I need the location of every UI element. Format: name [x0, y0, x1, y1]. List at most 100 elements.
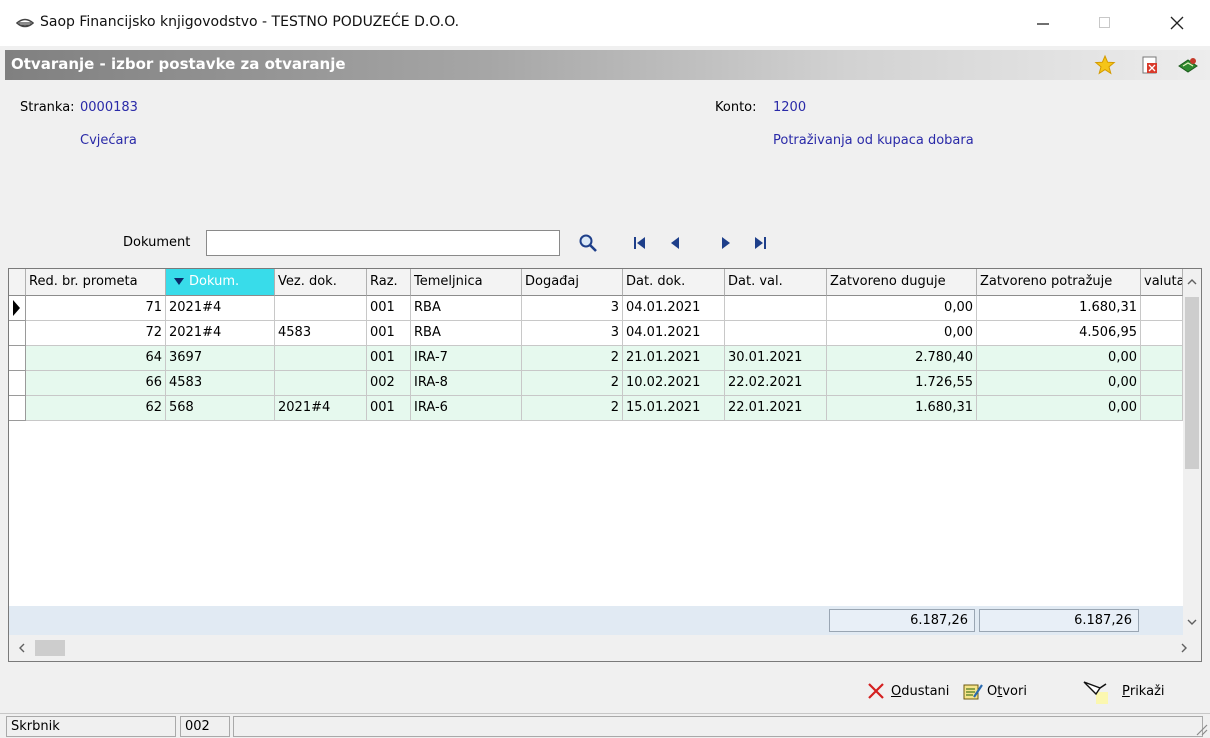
prikazi-label: rikaži: [1129, 683, 1165, 699]
cell-vez-dok: [275, 346, 367, 371]
header-dat-dok[interactable]: Dat. dok.: [623, 269, 725, 296]
close-icon: [1170, 16, 1184, 30]
cell-dat-dok: 10.02.2021: [623, 371, 725, 396]
maximize-icon: [1099, 17, 1110, 28]
open-document-icon: [963, 684, 983, 700]
header-zatvoreno-potrazuje[interactable]: Zatvoreno potražuje: [977, 269, 1141, 296]
header-dokum[interactable]: Dokum.: [166, 269, 275, 296]
table-row[interactable]: 62 568 2021#4 001 IRA-6 2 15.01.2021 22.…: [9, 396, 1183, 421]
odustani-label: dustani: [901, 683, 950, 699]
header-dat-val[interactable]: Dat. val.: [725, 269, 827, 296]
odustani-button[interactable]: Odustani: [866, 678, 949, 704]
cancel-x-icon: [868, 683, 884, 699]
odustani-mnemonic: O: [891, 683, 902, 699]
next-record-icon: [722, 237, 730, 249]
cell-valuta: [1141, 321, 1183, 346]
minimize-button[interactable]: [1020, 0, 1066, 46]
cell-zatvoreno-duguje: 1.680,31: [827, 396, 977, 421]
resize-grip-icon[interactable]: [1194, 722, 1208, 736]
header-temeljnica[interactable]: Temeljnica: [411, 269, 522, 296]
cell-zatvoreno-potrazuje: 0,00: [977, 396, 1141, 421]
cell-zatvoreno-potrazuje: 1.680,31: [977, 296, 1141, 321]
dokument-search-input[interactable]: [206, 230, 560, 256]
last-record-icon: [755, 237, 766, 249]
current-row-arrow-icon: [13, 300, 20, 316]
vertical-scroll-thumb[interactable]: [1185, 297, 1199, 469]
cell-dat-val: [725, 296, 827, 321]
scroll-left-icon[interactable]: [13, 635, 31, 661]
totals-row: 6.187,26 6.187,26: [9, 606, 1183, 635]
header-dogadaj[interactable]: Događaj: [522, 269, 623, 296]
cell-dokum: 2021#4: [166, 321, 275, 346]
cell-raz: 001: [367, 346, 411, 371]
cell-valuta: [1141, 296, 1183, 321]
cell-zatvoreno-duguje: 0,00: [827, 296, 977, 321]
cell-dokum: 3697: [166, 346, 275, 371]
vertical-scrollbar[interactable]: [1183, 269, 1201, 635]
stranka-label: Stranka:: [20, 100, 75, 115]
sort-descending-icon: [174, 278, 184, 285]
minimize-icon: [1037, 23, 1049, 25]
scroll-right-icon[interactable]: [1175, 635, 1193, 661]
otvori-label-end: vori: [1002, 683, 1027, 699]
first-record-button[interactable]: [630, 233, 650, 253]
konto-name: Potraživanja od kupaca dobara: [773, 133, 974, 148]
horizontal-scrollbar[interactable]: [9, 635, 1201, 661]
window-title: Saop Financijsko knjigovodstvo - TESTNO …: [40, 14, 460, 30]
header-vez-dok[interactable]: Vez. dok.: [275, 269, 367, 296]
window-titlebar: Saop Financijsko knjigovodstvo - TESTNO …: [0, 0, 1210, 46]
header-raz[interactable]: Raz.: [367, 269, 411, 296]
prikazi-mnemonic: P: [1122, 683, 1130, 699]
cell-dokum: 2021#4: [166, 296, 275, 321]
scroll-down-icon[interactable]: [1183, 613, 1201, 631]
current-row-indicator: [9, 296, 26, 321]
scroll-up-icon[interactable]: [1183, 273, 1201, 291]
header-zatvoreno-duguje[interactable]: Zatvoreno duguje: [827, 269, 977, 296]
konto-label: Konto:: [715, 100, 757, 115]
cell-dokum: 568: [166, 396, 275, 421]
maximize-button[interactable]: [1082, 0, 1128, 46]
cell-dat-val: 22.02.2021: [725, 371, 827, 396]
table-row[interactable]: 66 4583 002 IRA-8 2 10.02.2021 22.02.202…: [9, 371, 1183, 396]
header-red-br-prometa[interactable]: Red. br. prometa: [26, 269, 166, 296]
help-book-icon[interactable]: [1177, 54, 1199, 76]
cell-dogadaj: 2: [522, 396, 623, 421]
cell-vez-dok: 4583: [275, 321, 367, 346]
report-document-icon[interactable]: [1139, 54, 1161, 76]
form-header: Otvaranje - izbor postavke za otvaranje: [5, 50, 1210, 80]
dokument-label: Dokument: [123, 235, 191, 250]
search-button[interactable]: [578, 233, 598, 253]
cell-temeljnica: RBA: [411, 296, 522, 321]
close-button[interactable]: [1154, 0, 1200, 46]
cell-dat-dok: 04.01.2021: [623, 321, 725, 346]
cell-red-br: 71: [26, 296, 166, 321]
cell-dogadaj: 3: [522, 321, 623, 346]
cell-red-br: 62: [26, 396, 166, 421]
favorite-star-icon[interactable]: [1094, 54, 1116, 76]
cell-dat-val: [725, 321, 827, 346]
row-indicator: [9, 371, 26, 396]
header-valuta[interactable]: valuta: [1141, 269, 1183, 296]
previous-record-button[interactable]: [665, 233, 685, 253]
cell-raz: 001: [367, 396, 411, 421]
header-indicator: [9, 269, 26, 296]
last-record-button[interactable]: [750, 233, 770, 253]
marker-pen-icon: [1083, 681, 1108, 704]
cell-zatvoreno-potrazuje: 0,00: [977, 371, 1141, 396]
stranka-code: 0000183: [80, 100, 138, 115]
cell-valuta: [1141, 396, 1183, 421]
table-row[interactable]: 64 3697 001 IRA-7 2 21.01.2021 30.01.202…: [9, 346, 1183, 371]
documents-grid[interactable]: Red. br. prometa Dokum. Vez. dok. Raz. T…: [8, 268, 1202, 662]
cell-vez-dok: 2021#4: [275, 396, 367, 421]
cell-zatvoreno-potrazuje: 0,00: [977, 346, 1141, 371]
otvori-button[interactable]: Ot vori: [962, 678, 1027, 704]
horizontal-scroll-thumb[interactable]: [35, 640, 65, 656]
previous-record-icon: [671, 237, 679, 249]
cell-valuta: [1141, 371, 1183, 396]
table-row[interactable]: 71 2021#4 001 RBA 3 04.01.2021 0,00 1.68…: [9, 296, 1183, 321]
prikazi-button[interactable]: Prikaži: [1082, 678, 1165, 704]
next-record-button[interactable]: [716, 233, 736, 253]
table-row[interactable]: 72 2021#4 4583 001 RBA 3 04.01.2021 0,00…: [9, 321, 1183, 346]
cell-dat-val: 22.01.2021: [725, 396, 827, 421]
cell-zatvoreno-potrazuje: 4.506,95: [977, 321, 1141, 346]
